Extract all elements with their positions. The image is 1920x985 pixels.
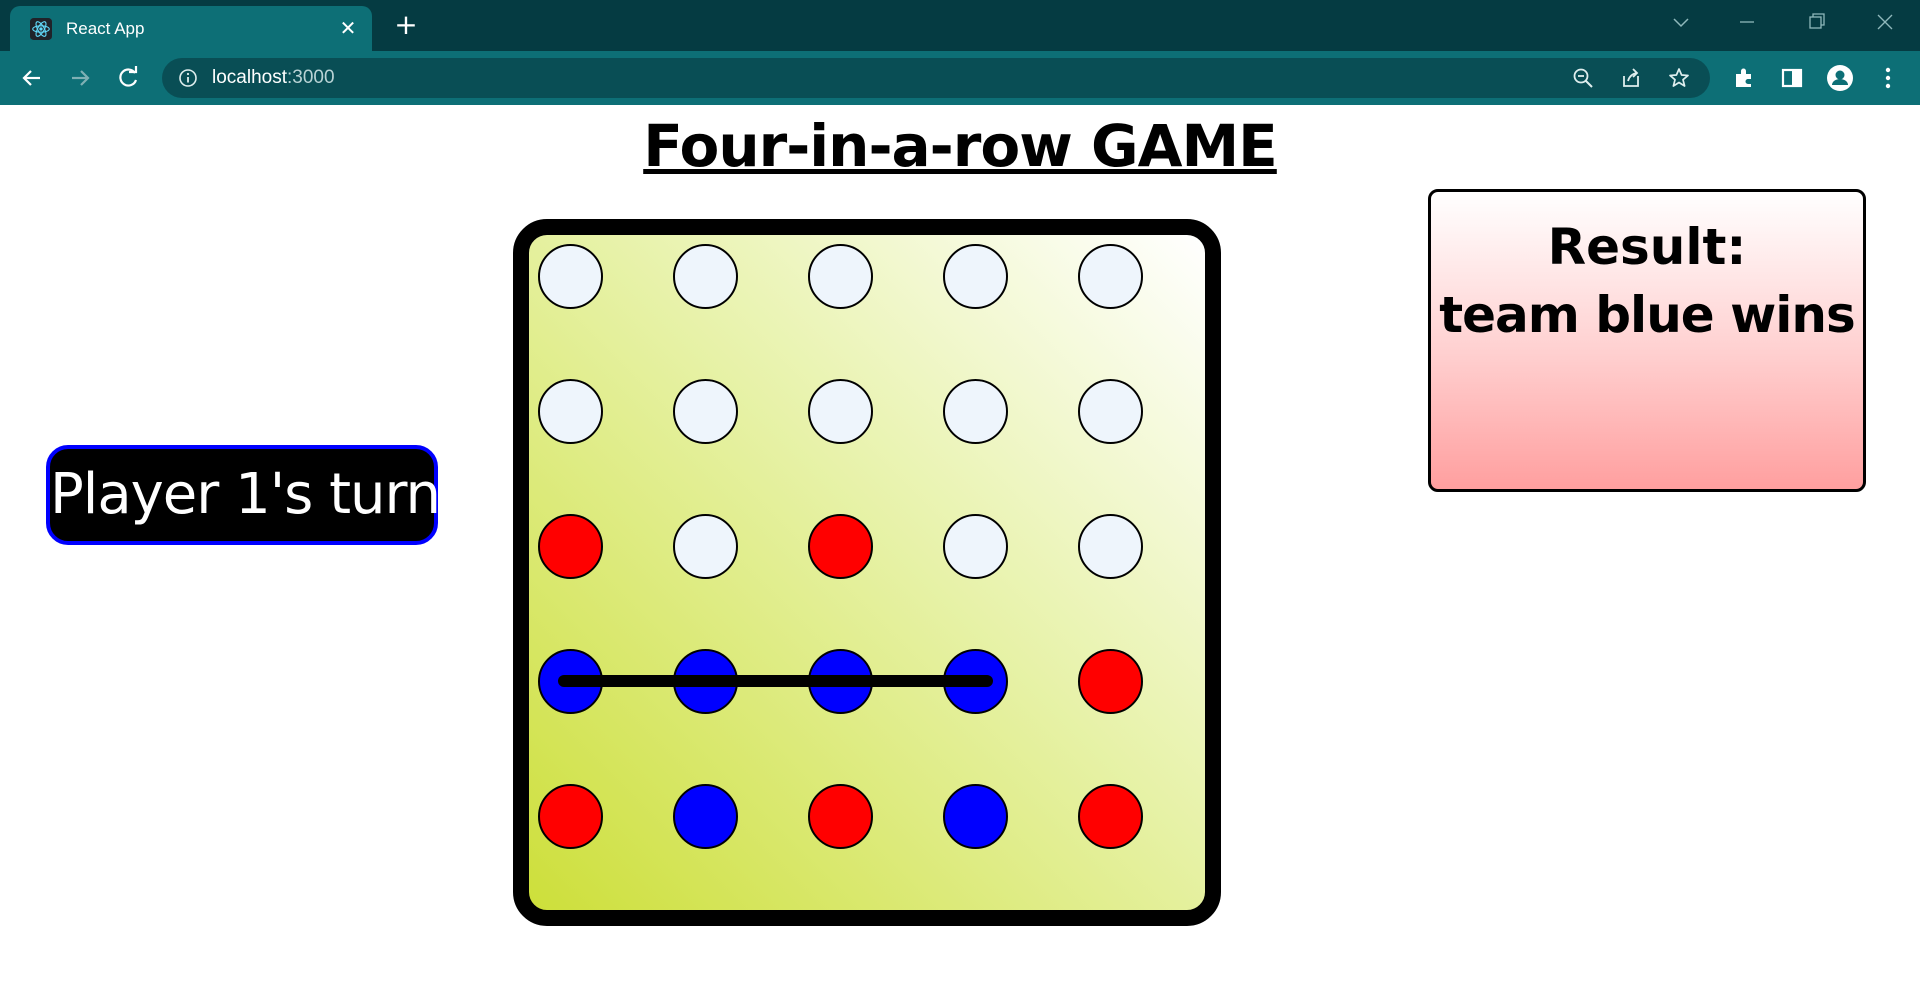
board-cell-empty[interactable] [1077, 378, 1143, 444]
share-icon[interactable] [1620, 67, 1642, 89]
board-cell-blue[interactable] [942, 783, 1008, 849]
board-cell-red[interactable] [537, 513, 603, 579]
board-cell-blue[interactable] [672, 783, 738, 849]
board-cell-red[interactable] [807, 513, 873, 579]
game-board [513, 219, 1221, 926]
browser-tab[interactable]: React App ✕ [10, 6, 372, 51]
board-cell-empty[interactable] [1077, 243, 1143, 309]
reload-icon[interactable] [114, 64, 142, 92]
star-icon[interactable] [1668, 67, 1690, 89]
board-cell-red[interactable] [807, 783, 873, 849]
minimize-icon[interactable] [1732, 10, 1762, 34]
url-port: :3000 [287, 67, 335, 88]
plus-icon[interactable]: + [392, 11, 420, 40]
chevron-down-icon[interactable] [1666, 10, 1696, 34]
board-cell-empty[interactable] [942, 513, 1008, 579]
board-cell-empty[interactable] [537, 378, 603, 444]
zoom-out-icon[interactable] [1572, 67, 1594, 89]
result-panel: Result: team blue wins [1428, 189, 1866, 492]
turn-indicator: Player 1's turn [46, 445, 441, 545]
page-title: Four-in-a-row GAME [643, 112, 1278, 180]
board-cell-red[interactable] [537, 783, 603, 849]
result-label: Result: [1547, 218, 1747, 276]
address-bar[interactable]: localhost:3000 [162, 58, 1710, 98]
url-host: localhost [212, 67, 287, 88]
board-cell-empty[interactable] [807, 243, 873, 309]
profile-icon[interactable] [1825, 64, 1853, 92]
browser-toolbar: localhost:3000 [0, 51, 1920, 105]
restore-icon[interactable] [1802, 10, 1832, 34]
board-cell-empty[interactable] [942, 243, 1008, 309]
close-icon[interactable]: ✕ [336, 16, 360, 40]
board-cell-empty[interactable] [807, 378, 873, 444]
board-cell-empty[interactable] [942, 378, 1008, 444]
forward-arrow-icon[interactable] [66, 64, 94, 92]
winning-line [558, 675, 993, 687]
tab-title: React App [66, 19, 145, 38]
react-favicon [30, 18, 52, 40]
board-cell-empty[interactable] [672, 378, 738, 444]
more-vert-icon[interactable] [1874, 64, 1902, 92]
board-cell-empty[interactable] [672, 243, 738, 309]
extensions-icon[interactable] [1730, 64, 1758, 92]
board-cell-empty[interactable] [537, 243, 603, 309]
side-panel-icon[interactable] [1778, 64, 1806, 92]
result-text: team blue wins [1439, 286, 1856, 344]
url-text: localhost:3000 [212, 67, 335, 89]
board-cell-empty[interactable] [1077, 513, 1143, 579]
board-cell-red[interactable] [1077, 648, 1143, 714]
board-cell-empty[interactable] [672, 513, 738, 579]
board-cell-red[interactable] [1077, 783, 1143, 849]
window-close-icon[interactable] [1870, 10, 1900, 34]
back-arrow-icon[interactable] [18, 64, 46, 92]
info-icon[interactable] [178, 68, 198, 88]
tab-strip: React App ✕ + [0, 0, 1920, 51]
